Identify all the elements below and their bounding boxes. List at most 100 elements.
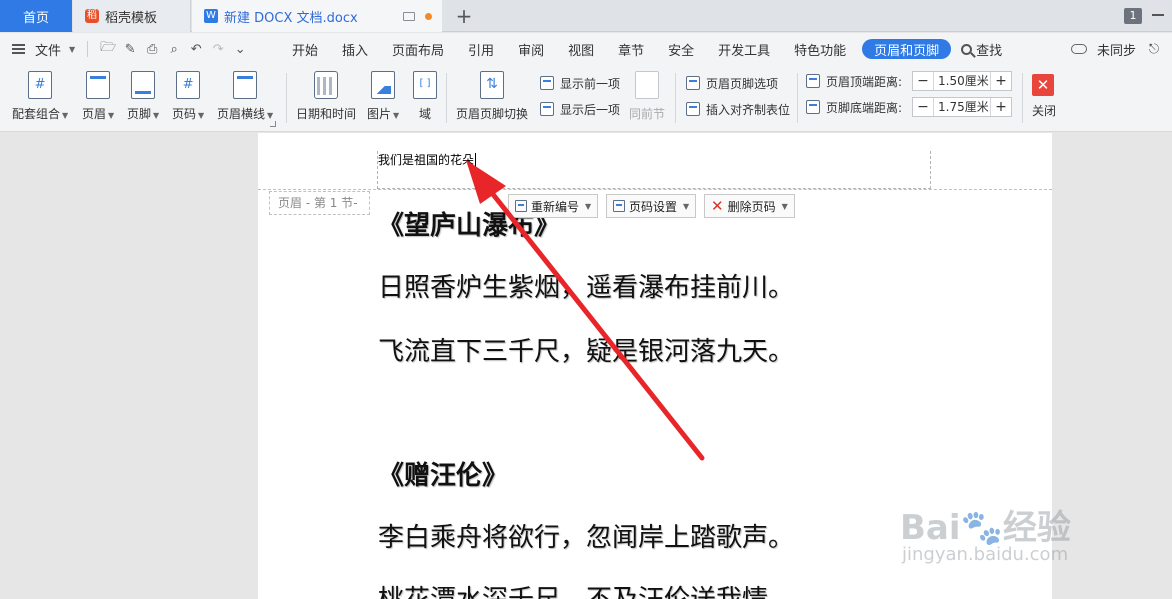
page-number-settings-button[interactable]: 页码设置 ▼	[606, 194, 697, 218]
poem-line: 日照香炉生紫烟，遥看瀑布挂前川。	[378, 273, 795, 303]
renumber-button[interactable]: 重新编号 ▼	[508, 194, 599, 218]
menu-file[interactable]: 文件	[35, 40, 61, 59]
same-as-prev-button[interactable]: 同前节	[629, 71, 665, 122]
close-header-footer-button[interactable]: ✕	[1032, 74, 1054, 96]
field-button[interactable]: 域	[413, 71, 437, 122]
poem-line: 桃花潭水深千尺，不及汪伦送我情。	[378, 579, 794, 599]
header-distance-minus-button[interactable]: −	[913, 72, 933, 90]
field-icon	[413, 71, 437, 99]
menu-item-view[interactable]: 视图	[556, 33, 606, 65]
ribbon-separator	[1022, 73, 1023, 123]
switch-icon	[480, 71, 504, 99]
menu-item-insert[interactable]: 插入	[330, 33, 380, 65]
format-painter-icon[interactable]: ✎	[122, 41, 138, 57]
watermark-logo: Bai🐾经验	[900, 508, 1071, 548]
undo-icon[interactable]: ↶	[188, 41, 204, 57]
menu-item-review[interactable]: 审阅	[506, 33, 556, 65]
align-tab-icon	[686, 102, 700, 116]
new-tab-button[interactable]: +	[452, 4, 476, 28]
hamburger-icon[interactable]	[12, 44, 25, 54]
header-line-button[interactable]: 页眉横线 ▼	[217, 71, 273, 122]
menu-item-developer[interactable]: 开发工具	[706, 33, 782, 65]
section-tag: 页眉 - 第 1 节-	[269, 191, 370, 215]
menu-item-references[interactable]: 引用	[456, 33, 506, 65]
show-next-label: 显示后一项	[560, 102, 621, 117]
footer-icon	[131, 71, 156, 99]
menu-separator	[87, 41, 89, 57]
tab-home[interactable]: 首页	[0, 0, 72, 32]
delete-page-number-label: 删除页码	[727, 199, 776, 214]
close-label[interactable]: 关闭	[1032, 102, 1056, 119]
sync-status[interactable]: 未同步	[1097, 40, 1136, 59]
dialog-launcher-icon[interactable]	[270, 121, 276, 127]
header-top-distance: 页眉顶端距离: − 1.50厘米 +	[806, 71, 1013, 91]
menu-item-special[interactable]: 特色功能	[782, 33, 858, 65]
header-footer-switch-button[interactable]: 页眉页脚切换	[456, 71, 528, 122]
tab-bar: 首页 稻 稻壳模板 W 新建 DOCX 文档.docx + 1	[0, 0, 1172, 32]
calendar-icon	[314, 71, 338, 99]
tab-document-label: 新建 DOCX 文档.docx	[224, 10, 358, 26]
tab-document[interactable]: W 新建 DOCX 文档.docx	[192, 0, 442, 32]
print-preview-icon[interactable]: ⌕	[166, 41, 182, 57]
insert-align-tab-button[interactable]: 插入对齐制表位	[686, 99, 790, 119]
footer-bottom-distance-label: 页脚底端距离:	[826, 100, 903, 115]
poem-title: 《赠汪伦》	[378, 461, 509, 491]
field-label: 域	[418, 107, 431, 121]
combo-button[interactable]: 配套组合▼	[12, 71, 68, 122]
menu-item-security[interactable]: 安全	[656, 33, 706, 65]
footer-label: 页脚	[127, 107, 152, 121]
hf-options-button[interactable]: 页眉页脚选项	[686, 73, 778, 93]
open-folder-icon[interactable]: 🗁	[100, 40, 116, 57]
same-as-prev-label: 同前节	[629, 107, 666, 121]
delete-page-number-button[interactable]: ✕ 删除页码 ▼	[704, 194, 795, 218]
menu-item-section[interactable]: 章节	[606, 33, 656, 65]
show-prev-label: 显示前一项	[560, 76, 621, 91]
window-count-badge[interactable]: 1	[1124, 8, 1142, 24]
page-number-button[interactable]: 页码▼	[172, 71, 204, 122]
find-label: 查找	[976, 43, 1003, 59]
header-boundary-line	[258, 189, 1052, 190]
header-icon	[86, 71, 111, 99]
search-icon	[961, 43, 973, 55]
show-prev-button[interactable]: 显示前一项	[540, 73, 620, 93]
header-text[interactable]: 我们是祖国的花朵	[378, 151, 477, 168]
date-time-button[interactable]: 日期和时间	[296, 71, 356, 122]
header-button[interactable]: 页眉 ▼	[82, 71, 114, 122]
ribbon-separator	[286, 73, 287, 123]
switch-label: 页眉页脚切换	[456, 107, 529, 121]
same-as-prev-icon	[635, 71, 659, 99]
picture-button[interactable]: 图片 ▼	[367, 71, 399, 122]
header-distance-value[interactable]: 1.50厘米	[933, 72, 992, 90]
share-icon[interactable]: ⎋	[1146, 41, 1162, 57]
footer-bottom-distance: 页脚底端距离: − 1.75厘米 +	[806, 97, 1013, 117]
watermark-url: jingyan.baidu.com	[902, 544, 1069, 565]
footer-distance-icon	[806, 100, 820, 114]
chevron-down-icon[interactable]: ▼	[69, 45, 75, 54]
show-next-button[interactable]: 显示后一项	[540, 99, 620, 119]
menu-item-header-footer[interactable]: 页眉和页脚	[862, 39, 952, 59]
customize-toolbar-icon[interactable]: ⌄	[232, 41, 248, 57]
menu-item-page-layout[interactable]: 页面布局	[380, 33, 456, 65]
poem-line: 李白乘舟将欲行，忽闻岸上踏歌声。	[378, 523, 795, 553]
footer-bottom-distance-stepper[interactable]: − 1.75厘米 +	[912, 97, 1013, 117]
print-icon[interactable]: ⎙	[144, 41, 160, 57]
hf-options-label: 页眉页脚选项	[706, 76, 779, 91]
minimize-icon[interactable]	[1152, 14, 1164, 16]
show-next-icon	[540, 102, 554, 116]
header-top-distance-stepper[interactable]: − 1.50厘米 +	[912, 71, 1013, 91]
redo-icon[interactable]: ↷	[210, 41, 226, 57]
combo-label: 配套组合	[12, 107, 61, 121]
poem-line: 飞流直下三千尺，疑是银河落九天。	[378, 337, 795, 367]
footer-distance-value[interactable]: 1.75厘米	[933, 98, 992, 116]
footer-distance-plus-button[interactable]: +	[991, 98, 1011, 116]
footer-button[interactable]: 页脚 ▼	[127, 71, 159, 122]
monitor-icon[interactable]	[403, 11, 415, 21]
menu-item-home[interactable]: 开始	[280, 33, 330, 65]
find-button[interactable]: 查找	[961, 40, 1002, 59]
header-text-content: 我们是祖国的花朵	[378, 153, 475, 167]
cloud-sync-icon[interactable]	[1070, 44, 1087, 54]
tab-template[interactable]: 稻 稻壳模板	[73, 0, 191, 32]
footer-distance-minus-button[interactable]: −	[913, 98, 933, 116]
header-distance-plus-button[interactable]: +	[991, 72, 1011, 90]
ribbon: 配套组合▼ 页眉▼ 页脚▼ 页码▼ 页眉横线▼ 日期和时间 图片▼ 域 页眉页脚…	[0, 65, 1172, 132]
